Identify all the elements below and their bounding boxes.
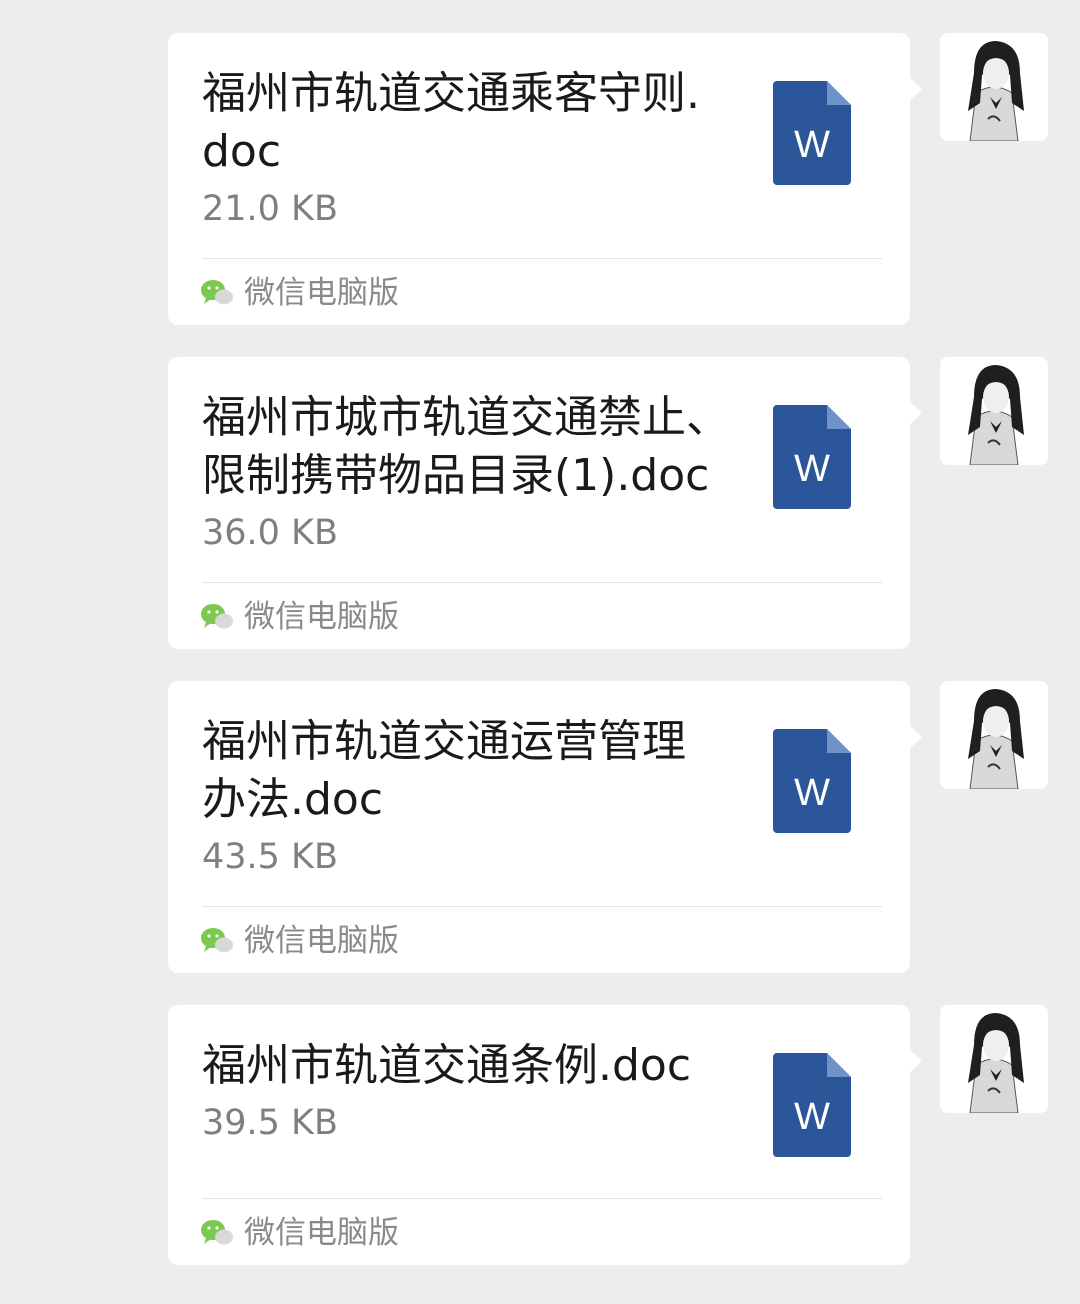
avatar[interactable] [940, 1005, 1048, 1113]
file-name: 福州市城市轨道交通禁止、 限制携带物品目录(1).doc [202, 392, 730, 501]
wechat-icon [201, 1220, 233, 1245]
svg-text:W: W [794, 1096, 830, 1138]
user-avatar [940, 681, 1048, 789]
divider [202, 1198, 882, 1199]
source-label: 微信电脑版 [244, 275, 399, 311]
bubble-tail [909, 1049, 922, 1073]
file-size: 43.5 KB [202, 837, 339, 877]
file-message-bubble[interactable]: 福州市轨道交通条例.doc 39.5 KB W 微信电脑版 [168, 1005, 922, 1265]
file-name: 福州市轨道交通运营管理 办法.doc [202, 716, 686, 825]
file-size: 39.5 KB [202, 1103, 339, 1143]
bubble-tail [909, 77, 922, 101]
file-message-bubble[interactable]: 福州市城市轨道交通禁止、 限制携带物品目录(1).doc 36.0 KB W 微… [168, 357, 922, 649]
svg-text:W: W [794, 448, 830, 490]
source-row: 微信电脑版 [200, 273, 399, 313]
bubble-tail [909, 725, 922, 749]
avatar[interactable] [940, 33, 1048, 141]
word-doc-icon: W [773, 1053, 851, 1157]
user-avatar [940, 33, 1048, 141]
source-row: 微信电脑版 [200, 597, 399, 637]
avatar[interactable] [940, 357, 1048, 465]
svg-text:W: W [794, 772, 830, 814]
word-doc-icon: W [773, 729, 851, 833]
file-message-bubble[interactable]: 福州市轨道交通乘客守则. doc 21.0 KB W 微信电脑版 [168, 33, 922, 325]
word-doc-icon: W [773, 81, 851, 185]
wechat-icon [201, 604, 233, 629]
file-name: 福州市轨道交通乘客守则. doc [202, 68, 700, 177]
wechat-icon [201, 928, 233, 953]
user-avatar [940, 1005, 1048, 1113]
divider [202, 906, 882, 907]
avatar[interactable] [940, 681, 1048, 789]
source-label: 微信电脑版 [244, 923, 399, 959]
wechat-icon [201, 280, 233, 305]
divider [202, 582, 882, 583]
bubble-tail [909, 401, 922, 425]
source-row: 微信电脑版 [200, 1213, 399, 1253]
file-message-bubble[interactable]: 福州市轨道交通运营管理 办法.doc 43.5 KB W 微信电脑版 [168, 681, 922, 973]
svg-text:W: W [794, 124, 830, 166]
user-avatar [940, 357, 1048, 465]
divider [202, 258, 882, 259]
source-label: 微信电脑版 [244, 1215, 399, 1251]
source-row: 微信电脑版 [200, 921, 399, 961]
word-doc-icon: W [773, 405, 851, 509]
file-size: 36.0 KB [202, 513, 339, 553]
source-label: 微信电脑版 [244, 599, 399, 635]
file-name: 福州市轨道交通条例.doc [202, 1040, 692, 1091]
file-size: 21.0 KB [202, 189, 339, 229]
